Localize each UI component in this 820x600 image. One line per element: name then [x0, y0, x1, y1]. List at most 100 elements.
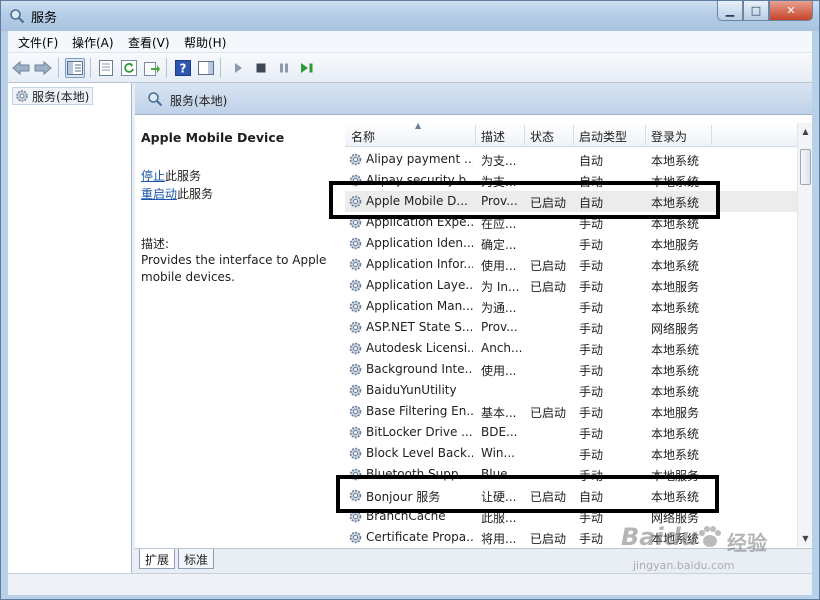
stop-service-link[interactable]: 停止: [141, 169, 165, 183]
column-logon-as[interactable]: 登录为: [651, 128, 687, 145]
table-row[interactable]: Application Iden... 确定... 手动 本地服务: [345, 233, 797, 254]
table-row[interactable]: BaiduYunUtility 手动 本地系统: [345, 380, 797, 401]
cell-logon-as: 本地系统: [651, 385, 700, 399]
table-row[interactable]: Application Man... 为通... 手动 本地系统: [345, 296, 797, 317]
help-button[interactable]: ?: [173, 58, 193, 78]
toolbar-separator: [58, 58, 59, 78]
table-row[interactable]: Base Filtering En... 基本... 已启动 手动 本地服务: [345, 401, 797, 422]
service-gear-icon: [349, 384, 362, 397]
highlight-box-bonjour: [336, 475, 719, 513]
sort-ascending-icon: ▲: [415, 121, 422, 130]
cell-description: 为通...: [481, 301, 517, 315]
cell-description: Anch...: [481, 341, 523, 355]
cell-startup-type: 手动: [579, 385, 604, 399]
caption-buttons: ▁ □ ✕: [717, 1, 813, 21]
table-row[interactable]: Application Laye... 为 In... 已启动 手动 本地服务: [345, 275, 797, 296]
column-divider: [475, 125, 476, 145]
service-gear-icon: [349, 342, 362, 355]
table-row[interactable]: Background Inte... 使用... 手动 本地系统: [345, 359, 797, 380]
title-bar[interactable]: 服务 ▁ □ ✕: [1, 1, 819, 31]
close-button[interactable]: ✕: [769, 1, 813, 21]
cell-startup-type: 手动: [579, 364, 604, 378]
column-status[interactable]: 状态: [530, 128, 554, 145]
table-row[interactable]: Block Level Back... Win... 手动 本地系统: [345, 443, 797, 464]
table-row[interactable]: Alipay payment ... 为支... 自动 本地系统: [345, 149, 797, 170]
column-description[interactable]: 描述: [481, 128, 505, 145]
menu-file[interactable]: 文件(F): [18, 34, 58, 51]
maximize-button[interactable]: □: [743, 1, 769, 21]
cell-logon-as: 本地服务: [651, 406, 700, 420]
minimize-icon: ▁: [725, 4, 735, 17]
cell-description: Prov...: [481, 320, 518, 334]
export-list-button[interactable]: [142, 58, 162, 78]
service-gear-icon: [349, 300, 362, 313]
tree-item-services-local[interactable]: 服务(本地): [12, 87, 94, 105]
cell-logon-as: 网络服务: [651, 322, 700, 336]
column-name[interactable]: 名称: [351, 128, 375, 145]
cell-logon-as: 本地系统: [651, 364, 700, 378]
cell-startup-type: 手动: [579, 448, 604, 462]
stop-service-button[interactable]: [251, 58, 271, 78]
column-header: 名称 ▲ 描述 状态 启动类型 登录为: [345, 121, 797, 147]
tab-extended[interactable]: 扩展: [139, 549, 176, 569]
tab-standard[interactable]: 标准: [178, 549, 215, 569]
menu-help[interactable]: 帮助(H): [184, 34, 226, 51]
cell-description: Win...: [481, 446, 515, 460]
table-row[interactable]: Autodesk Licensi... Anch... 手动 本地系统: [345, 338, 797, 359]
service-gear-icon: [349, 531, 362, 544]
minimize-button[interactable]: ▁: [717, 1, 743, 21]
menu-view[interactable]: 查看(V): [128, 34, 170, 51]
cell-description: 为 In...: [481, 280, 520, 294]
column-divider: [645, 125, 646, 145]
cell-name: Alipay payment ...: [366, 152, 473, 166]
show-hide-console-tree-button[interactable]: [65, 58, 85, 78]
scroll-thumb[interactable]: [800, 149, 811, 185]
cell-startup-type: 手动: [579, 406, 604, 420]
pane-header: 服务(本地): [135, 83, 812, 115]
service-gear-icon: [349, 237, 362, 250]
service-gear-icon: [349, 321, 362, 334]
close-icon: ✕: [786, 4, 796, 17]
magnifier-gear-icon: [10, 9, 25, 24]
table-row[interactable]: ASP.NET State S... Prov... 手动 网络服务: [345, 317, 797, 338]
show-action-pane-button[interactable]: [196, 58, 216, 78]
table-row[interactable]: Application Infor... 使用... 已启动 手动 本地系统: [345, 254, 797, 275]
service-gear-icon: [349, 279, 362, 292]
cell-description: 为支...: [481, 154, 517, 168]
selected-service-name: Apple Mobile Device: [141, 130, 285, 145]
properties-button[interactable]: [96, 58, 116, 78]
vertical-scrollbar[interactable]: ▲ ▼: [797, 123, 812, 547]
cell-logon-as: 本地系统: [651, 427, 700, 441]
pause-service-button[interactable]: [274, 58, 294, 78]
cell-startup-type: 手动: [579, 322, 604, 336]
cell-startup-type: 手动: [579, 259, 604, 273]
cell-status: 已启动: [530, 406, 567, 420]
pause-icon: [280, 63, 288, 73]
services-window: 服务 ▁ □ ✕ 文件(F) 操作(A) 查看(V) 帮助(H) ? 服务(本地…: [0, 0, 820, 600]
table-row[interactable]: BitLocker Drive ... BDE... 手动 本地系统: [345, 422, 797, 443]
column-divider: [573, 125, 574, 145]
scroll-up-icon[interactable]: ▲: [800, 126, 811, 137]
menu-bar: 文件(F) 操作(A) 查看(V) 帮助(H): [8, 31, 812, 53]
toolbar-separator: [220, 58, 221, 78]
column-startup-type[interactable]: 启动类型: [579, 128, 627, 145]
restart-service-link[interactable]: 重启动: [141, 187, 177, 201]
refresh-icon: [121, 60, 137, 76]
cell-status: 已启动: [530, 280, 567, 294]
refresh-button[interactable]: [119, 58, 139, 78]
cell-logon-as: 本地系统: [651, 343, 700, 357]
cell-description: 确定...: [481, 238, 517, 252]
restart-service-button[interactable]: [297, 58, 317, 78]
cell-logon-as: 本地系统: [651, 448, 700, 462]
console-tree-pane: 服务(本地): [8, 83, 132, 573]
forward-button[interactable]: [33, 58, 53, 78]
description-label: 描述:: [141, 237, 170, 251]
start-service-button[interactable]: [228, 58, 248, 78]
stop-suffix: 此服务: [165, 169, 202, 183]
back-button[interactable]: [11, 58, 31, 78]
service-gear-icon: [349, 447, 362, 460]
toolbar-separator: [166, 58, 167, 78]
menu-action[interactable]: 操作(A): [72, 34, 114, 51]
stop-line: 停止此服务: [141, 167, 201, 184]
pane-header-title: 服务(本地): [170, 94, 228, 108]
